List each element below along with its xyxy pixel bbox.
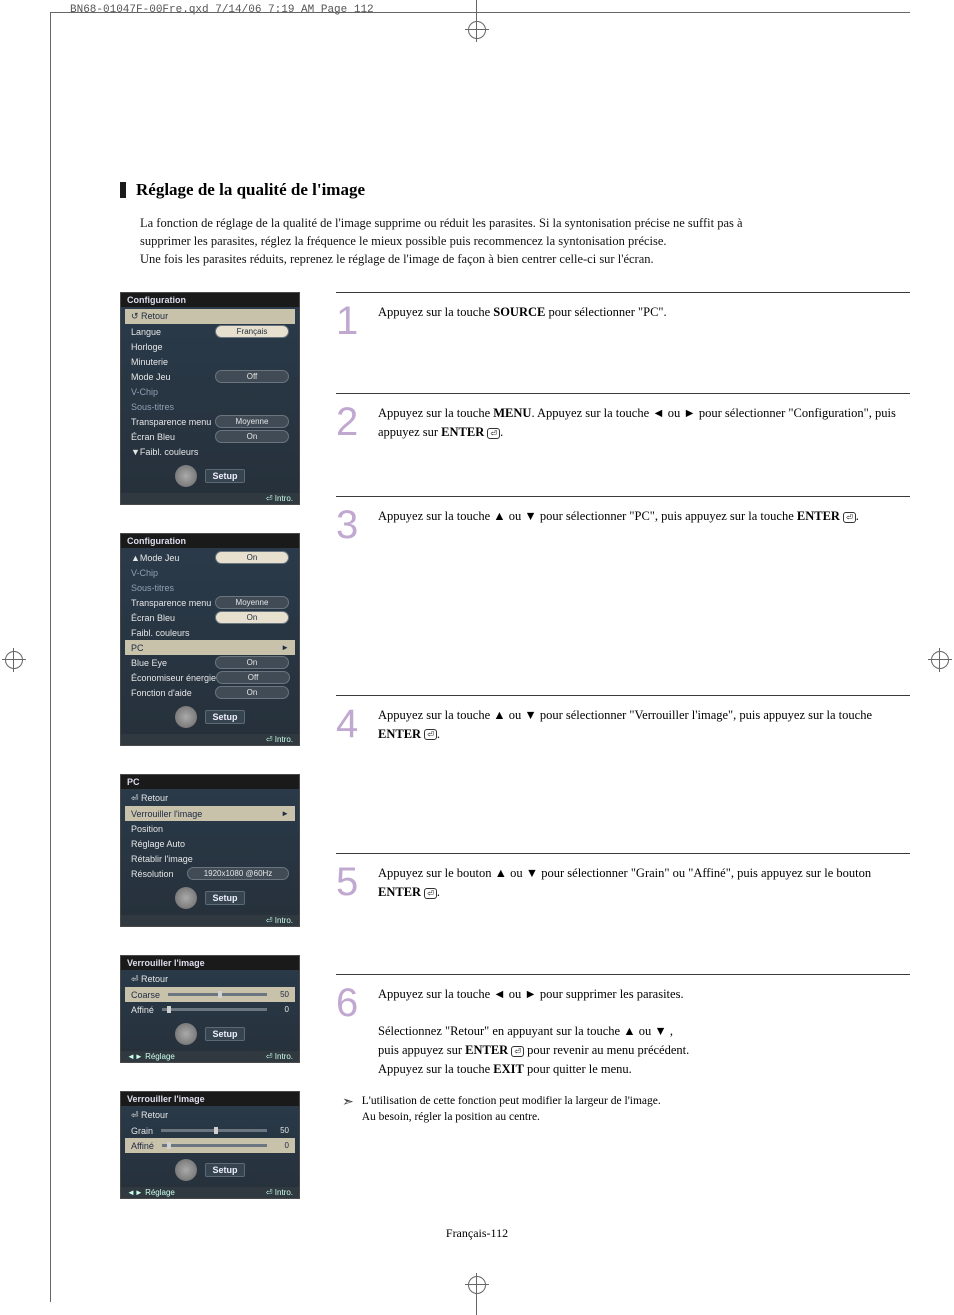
menu-item: Résolution bbox=[131, 869, 174, 879]
menu-item: Affiné bbox=[131, 1141, 154, 1151]
enter-icon: ⏎ bbox=[487, 428, 500, 439]
osd-panel-configuration-1: Configuration ↺ Retour LangueFrançais Ho… bbox=[120, 292, 300, 505]
menu-item: PC bbox=[131, 643, 144, 653]
panel-title: Verrouiller l'image bbox=[121, 1092, 299, 1106]
menu-item: V-Chip bbox=[131, 568, 158, 578]
registration-mark bbox=[465, 18, 489, 42]
step-number: 4 bbox=[336, 706, 364, 744]
osd-panel-pc: PC ⏎ Retour Verrouiller l'image► Positio… bbox=[120, 774, 300, 927]
registration-mark bbox=[928, 648, 952, 672]
footnote: ➣ L'utilisation de cette fonction peut m… bbox=[342, 1093, 910, 1126]
panel-footer: ⏎ Intro. bbox=[121, 493, 299, 504]
panel-title: Configuration bbox=[121, 293, 299, 307]
setup-label: Setup bbox=[205, 1163, 244, 1177]
slider-affine: 0 bbox=[162, 1005, 289, 1014]
crop-mark bbox=[50, 12, 51, 1302]
menu-back: ⏎ Retour bbox=[131, 1110, 168, 1121]
registration-mark bbox=[2, 648, 26, 672]
menu-item: Écran Bleu bbox=[131, 613, 175, 623]
menu-item: Transparence menu bbox=[131, 598, 211, 608]
enter-icon: ⏎ bbox=[424, 888, 437, 899]
enter-icon: ⏎ bbox=[511, 1046, 524, 1057]
gear-icon bbox=[175, 1159, 197, 1181]
menu-item: Sous-titres bbox=[131, 583, 174, 593]
slider-grain: 50 bbox=[161, 1126, 289, 1135]
print-header: BN68-01047F-00Fre.qxd 7/14/06 7:19 AM Pa… bbox=[70, 4, 374, 16]
registration-mark bbox=[465, 1273, 489, 1297]
panel-title: Verrouiller l'image bbox=[121, 956, 299, 970]
step-3: 3 Appuyez sur la touche ▲ ou ▼ pour séle… bbox=[336, 496, 910, 543]
menu-item: Faibl. couleurs bbox=[131, 628, 190, 638]
panel-title: Configuration bbox=[121, 534, 299, 548]
gear-icon bbox=[175, 465, 197, 487]
page-footer: Français-112 bbox=[0, 1226, 954, 1241]
menu-item: Minuterie bbox=[131, 357, 168, 367]
step-number: 5 bbox=[336, 864, 364, 902]
gear-icon bbox=[175, 887, 197, 909]
enter-icon: ⏎ bbox=[424, 729, 437, 740]
menu-item: Sous-titres bbox=[131, 402, 174, 412]
menu-item: Transparence menu bbox=[131, 417, 211, 427]
step-6: 6 Appuyez sur la touche ◄ ou ► pour supp… bbox=[336, 974, 910, 1079]
menu-item: Mode Jeu bbox=[131, 372, 171, 382]
menu-item: Rétablir l'image bbox=[131, 854, 193, 864]
gear-icon bbox=[175, 706, 197, 728]
step-number: 6 bbox=[336, 985, 364, 1079]
panel-footer: ⏎ Intro. bbox=[121, 734, 299, 745]
menu-item: Économiseur énergie bbox=[131, 673, 216, 683]
gear-icon bbox=[175, 1023, 197, 1045]
slider-affine: 0 bbox=[162, 1141, 289, 1150]
menu-item: Grain bbox=[131, 1126, 153, 1136]
panel-footer: ◄► Réglage⏎ Intro. bbox=[121, 1187, 299, 1198]
note-icon: ➣ bbox=[342, 1093, 354, 1126]
menu-item: V-Chip bbox=[131, 387, 158, 397]
menu-item: Langue bbox=[131, 327, 161, 337]
section-title: Réglage de la qualité de l'image bbox=[136, 180, 365, 200]
setup-label: Setup bbox=[205, 710, 244, 724]
menu-item: ▼Faibl. couleurs bbox=[131, 447, 198, 457]
menu-item: Verrouiller l'image bbox=[131, 809, 202, 819]
menu-item: Horloge bbox=[131, 342, 163, 352]
intro-text: La fonction de réglage de la qualité de … bbox=[140, 214, 910, 268]
panel-footer: ⏎ Intro. bbox=[121, 915, 299, 926]
osd-panel-configuration-2: Configuration ▲Mode JeuOn V-Chip Sous-ti… bbox=[120, 533, 300, 746]
setup-label: Setup bbox=[205, 469, 244, 483]
step-5: 5 Appuyez sur le bouton ▲ ou ▼ pour séle… bbox=[336, 853, 910, 902]
menu-item: Affiné bbox=[131, 1005, 154, 1015]
menu-item: Blue Eye bbox=[131, 658, 167, 668]
panel-title: PC bbox=[121, 775, 299, 789]
step-4: 4 Appuyez sur la touche ▲ ou ▼ pour séle… bbox=[336, 695, 910, 744]
menu-item: Réglage Auto bbox=[131, 839, 185, 849]
step-2: 2 Appuyez sur la touche MENU. Appuyez su… bbox=[336, 393, 910, 442]
menu-item: ▲Mode Jeu bbox=[131, 553, 179, 563]
step-1: 1 Appuyez sur la touche SOURCE pour séle… bbox=[336, 292, 910, 339]
menu-item: Écran Bleu bbox=[131, 432, 175, 442]
step-number: 1 bbox=[336, 303, 364, 339]
slider-coarse: 50 bbox=[168, 990, 289, 999]
menu-item: Coarse bbox=[131, 990, 160, 1000]
menu-back: ↺ Retour bbox=[131, 311, 168, 322]
menu-item: Fonction d'aide bbox=[131, 688, 192, 698]
setup-label: Setup bbox=[205, 1027, 244, 1041]
step-number: 3 bbox=[336, 507, 364, 543]
osd-panel-lock-image-1: Verrouiller l'image ⏎ Retour Coarse 50 A… bbox=[120, 955, 300, 1063]
menu-back: ⏎ Retour bbox=[131, 974, 168, 985]
menu-item: Position bbox=[131, 824, 163, 834]
enter-icon: ⏎ bbox=[843, 512, 856, 523]
crop-mark bbox=[50, 12, 910, 13]
menu-back: ⏎ Retour bbox=[131, 793, 168, 804]
setup-label: Setup bbox=[205, 891, 244, 905]
step-number: 2 bbox=[336, 404, 364, 442]
panel-footer: ◄► Réglage⏎ Intro. bbox=[121, 1051, 299, 1062]
osd-panel-lock-image-2: Verrouiller l'image ⏎ Retour Grain 50 Af… bbox=[120, 1091, 300, 1199]
title-accent-bar bbox=[120, 182, 126, 198]
